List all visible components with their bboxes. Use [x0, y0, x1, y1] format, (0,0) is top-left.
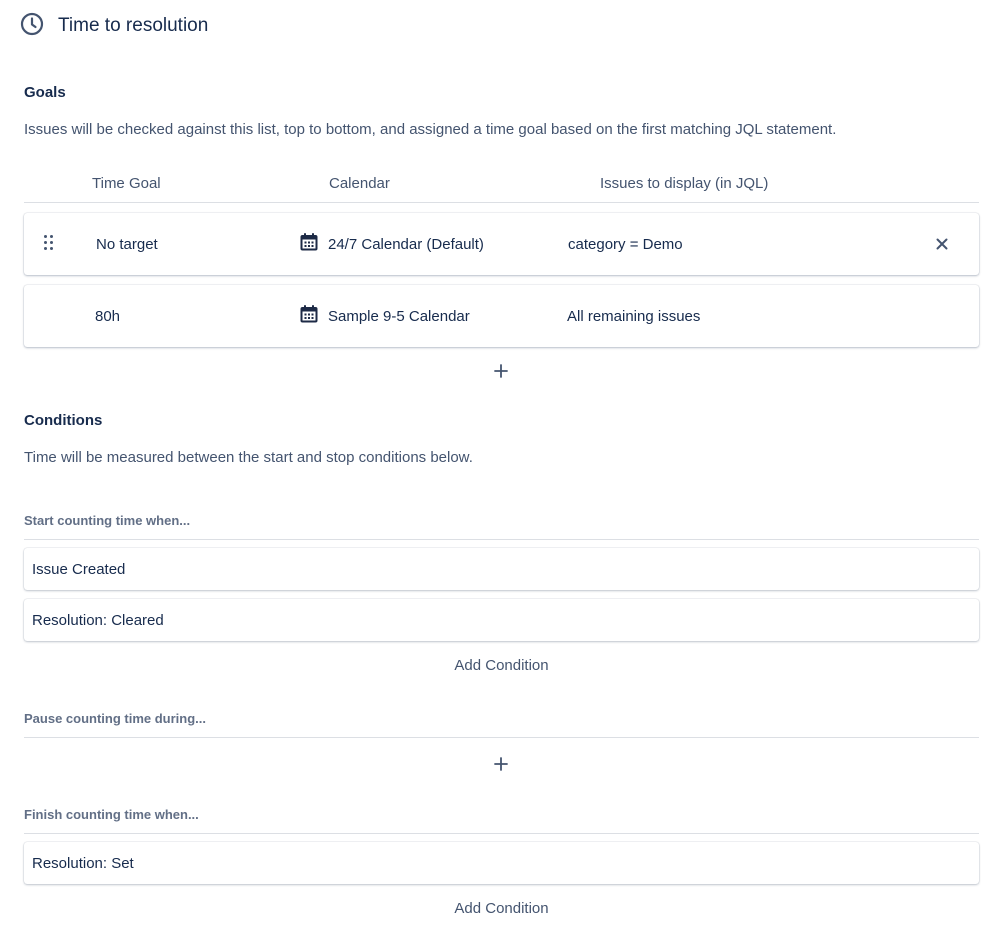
divider [24, 539, 979, 540]
goals-heading: Goals [24, 84, 66, 101]
calendar-name: Sample 9-5 Calendar [328, 307, 470, 325]
calendar-icon [299, 304, 328, 328]
calendar-select[interactable]: 24/7 Calendar (Default) [299, 213, 484, 275]
time-goal-value[interactable]: 80h [95, 285, 120, 347]
page-title: Time to resolution [58, 15, 209, 36]
divider [24, 202, 979, 203]
section-title: Time to resolution [20, 12, 208, 40]
goal-row[interactable]: 80h Sample 9-5 Calendar All remaining is… [24, 285, 979, 347]
close-icon[interactable] [933, 235, 951, 253]
start-conditions-heading: Start counting time when... [24, 513, 191, 528]
condition-label: Issue Created [32, 560, 126, 578]
goal-row[interactable]: No target 24/7 Calendar (Default) catego… [24, 213, 979, 275]
condition-item[interactable]: Resolution: Cleared [24, 599, 979, 641]
column-header-time-goal: Time Goal [92, 175, 161, 192]
add-pause-plus-icon[interactable] [492, 755, 510, 773]
column-header-calendar: Calendar [329, 175, 390, 192]
column-header-jql: Issues to display (in JQL) [600, 175, 769, 192]
jql-value[interactable]: All remaining issues [567, 285, 700, 347]
drag-handle-icon[interactable] [44, 235, 56, 253]
add-condition-button[interactable]: Add Condition [24, 900, 979, 917]
calendar-icon [299, 232, 328, 256]
finish-conditions-heading: Finish counting time when... [24, 807, 199, 822]
pause-conditions-heading: Pause counting time during... [24, 711, 207, 726]
goals-description: Issues will be checked against this list… [24, 121, 837, 138]
divider [24, 833, 979, 834]
clock-icon [20, 12, 44, 41]
condition-label: Resolution: Cleared [32, 611, 164, 629]
conditions-heading: Conditions [24, 412, 103, 429]
calendar-name: 24/7 Calendar (Default) [328, 235, 484, 253]
time-goal-value[interactable]: No target [96, 213, 158, 275]
jql-value[interactable]: category = Demo [568, 213, 683, 275]
condition-label: Resolution: Set [32, 854, 134, 872]
condition-item[interactable]: Issue Created [24, 548, 979, 590]
calendar-select[interactable]: Sample 9-5 Calendar [299, 285, 470, 347]
condition-item[interactable]: Resolution: Set [24, 842, 979, 884]
conditions-description: Time will be measured between the start … [24, 449, 473, 466]
add-goal-plus-icon[interactable] [492, 362, 510, 380]
add-condition-button[interactable]: Add Condition [24, 657, 979, 674]
divider [24, 737, 979, 738]
